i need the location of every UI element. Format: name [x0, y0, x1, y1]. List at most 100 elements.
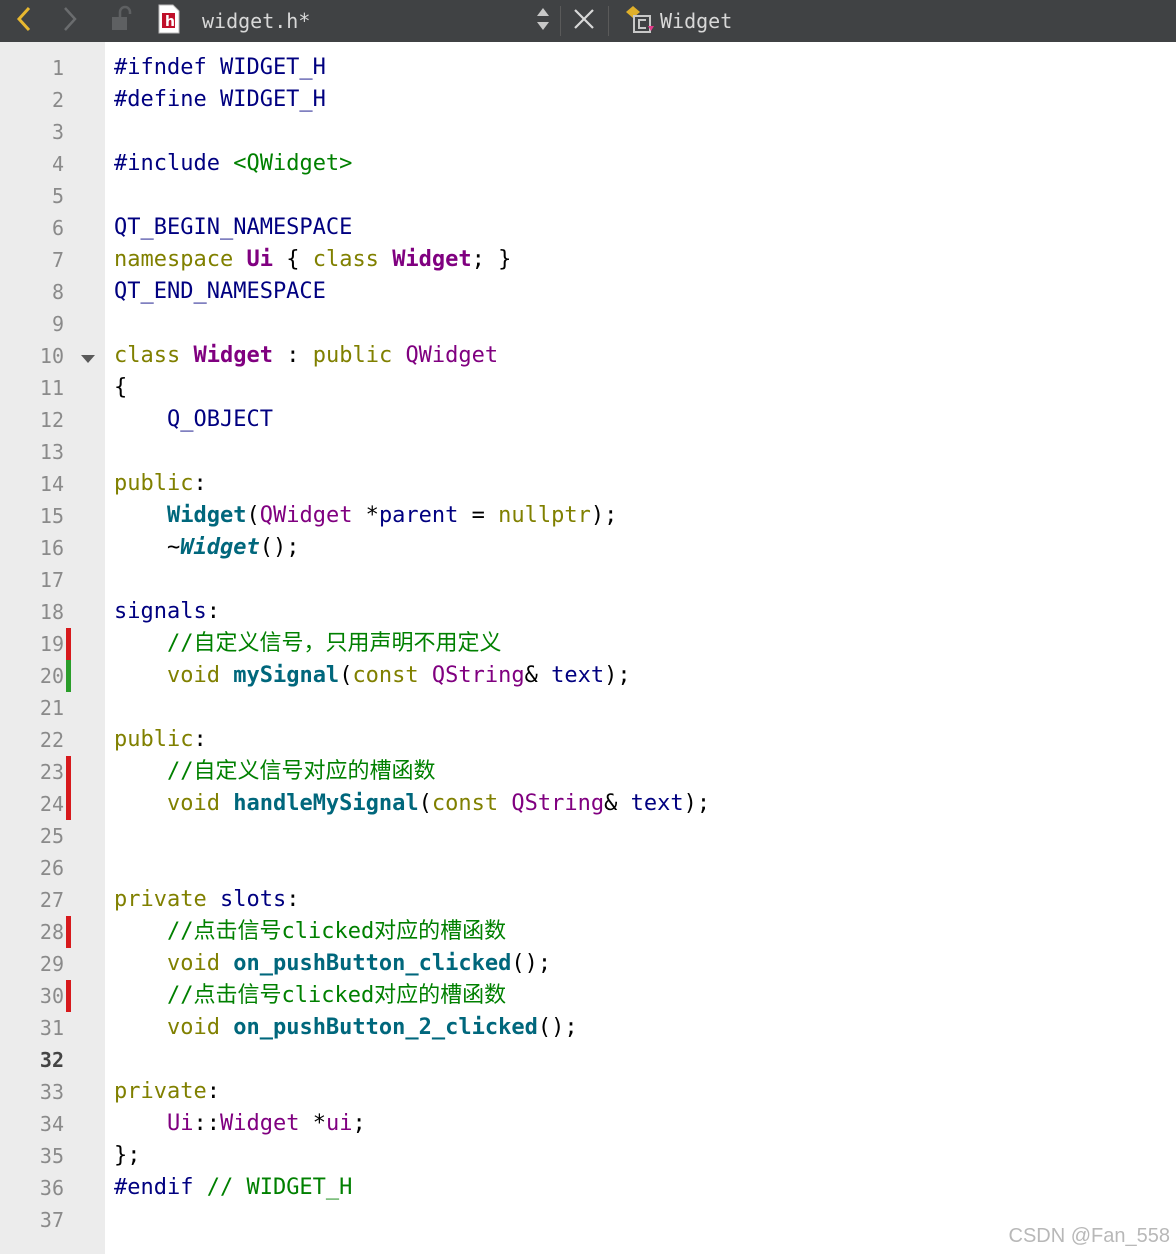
- code-line[interactable]: void handleMySignal(const QString& text)…: [114, 788, 710, 820]
- open-document-name[interactable]: widget.h*: [202, 0, 310, 42]
- code-token: Widget: [392, 247, 472, 272]
- code-token: Widget: [219, 1111, 300, 1136]
- code-line[interactable]: ~Widget();: [114, 532, 300, 564]
- line-number: 1: [51, 56, 64, 80]
- code-token: :: [206, 1079, 220, 1104]
- code-line[interactable]: void on_pushButton_clicked();: [114, 948, 551, 980]
- back-button[interactable]: [6, 0, 42, 42]
- line-number: 5: [51, 184, 64, 208]
- code-line[interactable]: };: [114, 1140, 141, 1172]
- code-line[interactable]: #endif // WIDGET_H: [114, 1172, 352, 1204]
- code-line[interactable]: signals:: [114, 596, 220, 628]
- line-number: 36: [39, 1176, 64, 1200]
- watermark: CSDN @Fan_558: [1008, 1225, 1170, 1247]
- line-number: 7: [51, 248, 64, 272]
- fold-arrow-icon: [81, 355, 95, 363]
- line-number: 20: [39, 664, 64, 688]
- close-document-button[interactable]: [566, 0, 602, 42]
- code-line[interactable]: //点击信号clicked对应的槽函数: [114, 916, 506, 948]
- code-token: const: [352, 663, 432, 688]
- line-number: 22: [39, 728, 64, 752]
- forward-button[interactable]: [52, 0, 88, 42]
- header-file-icon: h: [157, 4, 181, 38]
- file-icon-letter: h: [165, 14, 175, 30]
- code-line[interactable]: #include <QWidget>: [114, 148, 352, 180]
- code-token: class: [114, 343, 194, 368]
- code-line[interactable]: #ifndef WIDGET_H: [114, 52, 326, 84]
- code-editor[interactable]: #ifndef WIDGET_H #define WIDGET_H #include…: [105, 42, 1176, 1254]
- forward-arrow-icon: [61, 6, 79, 36]
- code-token: //自定义信号对应的槽函数: [114, 759, 436, 784]
- code-token: };: [114, 1143, 141, 1168]
- code-line[interactable]: QT_END_NAMESPACE: [114, 276, 326, 308]
- code-token: slots: [219, 887, 287, 912]
- code-line[interactable]: class Widget : public QWidget: [114, 340, 498, 372]
- code-token: Ui: [166, 1111, 194, 1136]
- current-symbol-name[interactable]: Widget: [660, 0, 732, 42]
- code-line[interactable]: void mySignal(const QString& text);: [114, 660, 631, 692]
- code-line[interactable]: namespace Ui { class Widget; }: [114, 244, 511, 276]
- line-number: 14: [39, 472, 64, 496]
- code-line[interactable]: Q_OBJECT: [114, 404, 273, 436]
- code-token: public: [312, 343, 406, 368]
- code-token: nullptr: [498, 503, 591, 528]
- code-token: *: [352, 503, 379, 528]
- code-token: text: [551, 663, 605, 688]
- line-number: 30: [39, 984, 64, 1008]
- code-line[interactable]: public:: [114, 468, 207, 500]
- code-line[interactable]: //点击信号clicked对应的槽函数: [114, 980, 506, 1012]
- document-switch-button[interactable]: [528, 0, 558, 42]
- line-number: 18: [39, 600, 64, 624]
- code-token: QT_BEGIN_NAMESPACE: [114, 215, 353, 240]
- code-line[interactable]: QT_BEGIN_NAMESPACE: [114, 212, 352, 244]
- line-number: 28: [39, 920, 64, 944]
- line-number: 27: [39, 888, 64, 912]
- line-number: 16: [39, 536, 64, 560]
- file-type-icon-holder: h: [154, 0, 184, 42]
- code-token: *: [299, 1111, 326, 1136]
- code-token: text: [630, 791, 684, 816]
- code-line[interactable]: void on_pushButton_2_clicked();: [114, 1012, 578, 1044]
- code-line[interactable]: private slots:: [114, 884, 299, 916]
- line-number: 11: [39, 376, 64, 400]
- code-token: );: [604, 663, 631, 688]
- line-number: 17: [39, 568, 64, 592]
- code-token: private: [114, 1079, 207, 1104]
- close-icon: [573, 8, 595, 34]
- code-line[interactable]: private:: [114, 1076, 220, 1108]
- fold-toggle[interactable]: [80, 350, 96, 369]
- code-line[interactable]: Widget(QWidget *parent = nullptr);: [114, 500, 617, 532]
- code-line[interactable]: public:: [114, 724, 207, 756]
- line-number: 13: [39, 440, 64, 464]
- code-line[interactable]: //自定义信号对应的槽函数: [114, 756, 436, 788]
- code-token: public: [114, 471, 194, 496]
- line-number-gutter: 1 2 3 4 5 6 7 8 9 10 11 12 13 14 15 16 17 18 19 20 21 22 23 24 2…: [0, 42, 105, 1254]
- line-number: 12: [39, 408, 64, 432]
- change-marker: [66, 660, 71, 692]
- code-line[interactable]: //自定义信号，只用声明不用定义: [114, 628, 502, 660]
- code-token: void: [166, 951, 234, 976]
- code-token: (: [246, 503, 260, 528]
- code-line[interactable]: #define WIDGET_H: [114, 84, 326, 116]
- code-token: #include: [114, 151, 234, 176]
- code-token: on_pushButton_2_clicked: [233, 1015, 538, 1040]
- code-line[interactable]: Ui::Widget *ui;: [114, 1108, 366, 1140]
- line-number: 6: [51, 216, 64, 240]
- updown-switch-icon: [535, 6, 551, 36]
- line-number: 26: [39, 856, 64, 880]
- code-token: Ui: [246, 247, 273, 272]
- line-number: 35: [39, 1144, 64, 1168]
- code-token: &: [524, 663, 552, 688]
- lock-toggle[interactable]: [104, 0, 140, 42]
- line-number: 24: [39, 792, 64, 816]
- code-token: parent: [378, 503, 459, 528]
- code-line[interactable]: {: [114, 372, 127, 404]
- line-number: 15: [39, 504, 64, 528]
- line-number: 3: [51, 120, 64, 144]
- code-token: void: [166, 791, 234, 816]
- code-token: <QWidget>: [233, 151, 353, 176]
- code-token: //点击信号clicked对应的槽函数: [114, 919, 507, 944]
- code-token: ();: [511, 951, 552, 976]
